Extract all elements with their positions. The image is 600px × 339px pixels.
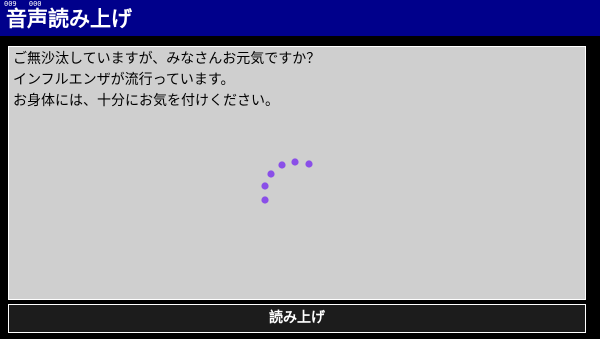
spinner-dot <box>278 161 286 169</box>
spinner-dot <box>267 170 275 178</box>
spinner-dot <box>261 182 269 190</box>
app-title: 音声読み上げ <box>6 7 132 31</box>
spinner-dot <box>291 158 299 166</box>
app-header: 009 000 音声読み上げ <box>0 0 600 36</box>
spinner-dot <box>261 196 269 204</box>
message-panel: ご無沙汰していますが、みなさんお元気ですか？ インフルエンザが流行っています。 … <box>8 46 586 300</box>
read-aloud-button[interactable]: 読み上げ <box>8 304 586 333</box>
spinner-dot <box>305 160 313 168</box>
loading-spinner-icon <box>261 158 313 204</box>
